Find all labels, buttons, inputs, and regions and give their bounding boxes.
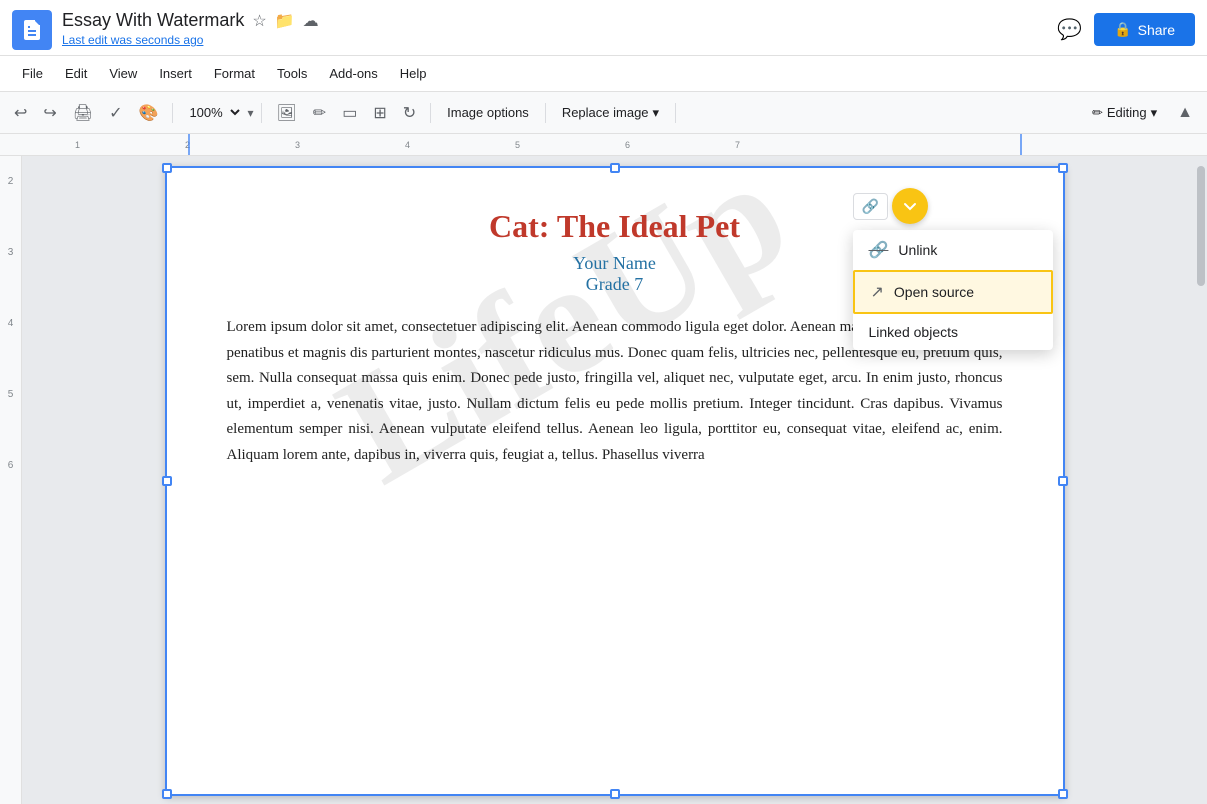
zoom-arrow-icon: ▾ (247, 106, 253, 120)
menu-format[interactable]: Format (204, 62, 265, 85)
divider-4 (545, 103, 546, 123)
replace-image-button[interactable]: Replace image ▾ (554, 101, 667, 125)
folder-icon[interactable]: 📁 (275, 11, 295, 31)
handle-bottom-center[interactable] (610, 789, 620, 799)
side-ruler: 2 3 4 5 6 (0, 156, 22, 804)
header-right: 💬 🔒 Share (1057, 13, 1195, 46)
divider-3 (430, 103, 431, 123)
menu-bar: File Edit View Insert Format Tools Add-o… (0, 56, 1207, 92)
handle-bottom-left[interactable] (162, 789, 172, 799)
ruler-content: 1 2 3 4 5 6 7 (0, 134, 1207, 155)
menu-file[interactable]: File (12, 62, 53, 85)
divider-5 (675, 103, 676, 123)
editing-mode-button[interactable]: ✏ Editing ▾ (1082, 101, 1167, 125)
popup-top-row: 🔗 (853, 188, 1053, 224)
linked-objects-item[interactable]: Linked objects (853, 314, 1053, 350)
handle-bottom-right[interactable] (1058, 789, 1068, 799)
ruler-indicator-right (1020, 134, 1022, 156)
dropdown-menu: 🔗 Unlink ↗ Open source Linked objects (853, 230, 1053, 350)
lock-icon: 🔒 (1114, 21, 1131, 38)
menu-addons[interactable]: Add-ons (319, 62, 387, 85)
undo-button[interactable]: ↩ (8, 99, 33, 127)
document-page: LifeUp C (165, 166, 1065, 796)
scrollbar-track[interactable] (1195, 156, 1207, 804)
doc-title: Essay With Watermark (62, 10, 244, 31)
ruler: 1 2 3 4 5 6 7 (0, 134, 1207, 156)
expand-button[interactable] (892, 188, 928, 224)
open-source-item[interactable]: ↗ Open source (853, 270, 1053, 314)
unlink-item[interactable]: 🔗 Unlink (853, 230, 1053, 270)
divider-2 (261, 103, 262, 123)
collapse-toolbar-button[interactable]: ▲ (1171, 100, 1199, 126)
divider-1 (172, 103, 173, 123)
add-image-button[interactable]: 🖼 (270, 99, 302, 127)
open-source-icon: ↗ (871, 282, 884, 302)
doc-page-container: LifeUp C (165, 166, 1065, 796)
content-area: 2 3 4 5 6 LifeUp (0, 156, 1207, 804)
pencil-icon: ✏ (1092, 105, 1103, 121)
spellcheck-button[interactable]: ✓ (103, 99, 128, 127)
paint-format-button[interactable]: 🎨 (133, 99, 165, 127)
link-button[interactable]: 🔗 (853, 193, 888, 220)
rotate-button[interactable]: ↻ (397, 99, 422, 127)
cloud-save-icon[interactable]: ☁ (303, 11, 319, 31)
last-edit-text: Last edit was seconds ago (62, 33, 203, 47)
edit-button[interactable]: ✏ (307, 99, 332, 127)
unlink-icon: 🔗 (869, 240, 889, 260)
menu-insert[interactable]: Insert (149, 62, 202, 85)
redo-button[interactable]: ↪ (37, 99, 62, 127)
menu-tools[interactable]: Tools (267, 62, 317, 85)
link-icon: 🔗 (862, 198, 879, 215)
border-button[interactable]: ▭ (336, 99, 363, 127)
image-options-button[interactable]: Image options (439, 101, 537, 124)
comment-icon[interactable]: 💬 (1057, 17, 1082, 42)
print-button[interactable]: 🖨 (67, 99, 99, 127)
menu-view[interactable]: View (99, 62, 147, 85)
toolbar: ↩ ↪ 🖨 ✓ 🎨 100% 75% 125% 150% 200% ▾ 🖼 ✏ … (0, 92, 1207, 134)
popup-container: 🔗 🔗 (853, 188, 1053, 350)
menu-help[interactable]: Help (390, 62, 437, 85)
menu-edit[interactable]: Edit (55, 62, 97, 85)
ruler-indicator (188, 134, 190, 156)
star-icon[interactable]: ☆ (252, 11, 266, 31)
share-button[interactable]: 🔒 Share (1094, 13, 1195, 46)
title-area: Essay With Watermark ☆ 📁 ☁ Last edit was… (62, 10, 1057, 49)
zoom-selector[interactable]: 100% 75% 125% 150% 200% (181, 102, 243, 123)
crop-button[interactable]: ⊞ (367, 99, 392, 127)
title-bar: Essay With Watermark ☆ 📁 ☁ Last edit was… (0, 0, 1207, 56)
docs-logo (12, 10, 52, 50)
scrollbar-thumb[interactable] (1197, 166, 1205, 286)
page-area: LifeUp C (22, 156, 1207, 804)
